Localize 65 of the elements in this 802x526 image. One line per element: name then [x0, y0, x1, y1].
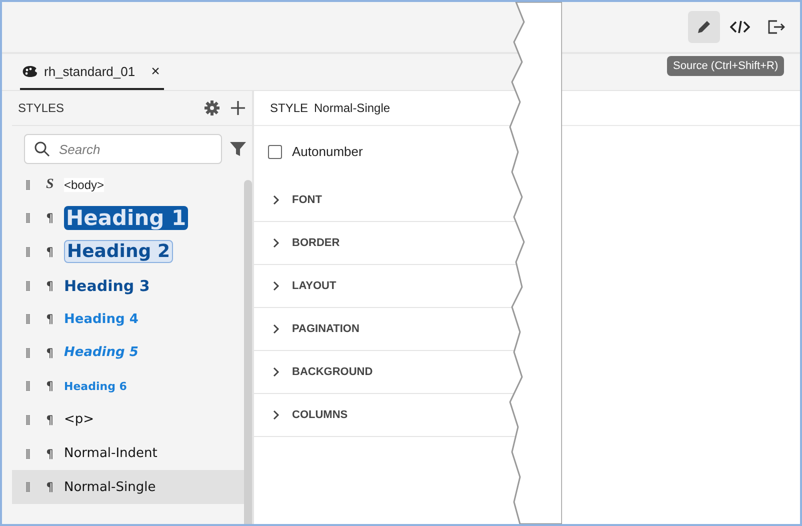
- chevron-icon: [272, 238, 280, 248]
- style-item[interactable]: ¶ Normal-Single: [12, 470, 244, 504]
- checkbox-label: Autonumber: [292, 144, 363, 159]
- style-name: <p>: [64, 412, 94, 428]
- style-name: Heading 4: [64, 312, 138, 327]
- search-field[interactable]: Search: [24, 134, 222, 164]
- paragraph-marker: ¶: [46, 346, 55, 360]
- style-name: Heading 3: [64, 276, 150, 295]
- style-item[interactable]: S <body>: [12, 168, 244, 202]
- paragraph-marker: ¶: [46, 446, 55, 461]
- drag-handle-icon[interactable]: [26, 381, 30, 392]
- style-name: <body>: [64, 178, 104, 192]
- filter-button[interactable]: [230, 141, 246, 157]
- drag-handle-icon[interactable]: [26, 414, 30, 425]
- drag-handle-icon[interactable]: [26, 348, 30, 358]
- chevron-icon: [272, 195, 280, 205]
- tooltip: Source (Ctrl+Shift+R): [667, 56, 784, 76]
- style-item[interactable]: ¶ Heading 1: [12, 202, 244, 236]
- close-button[interactable]: ×: [141, 63, 160, 80]
- style-name: Heading 5: [64, 345, 138, 360]
- autonumber-checkbox[interactable]: [268, 144, 282, 158]
- drag-handle-icon[interactable]: [26, 246, 30, 257]
- paragraph-marker: ¶: [46, 312, 55, 326]
- chevron-icon: [272, 367, 280, 377]
- style-item[interactable]: ¶ Heading 4: [12, 302, 244, 336]
- style-item[interactable]: ¶ Heading 2: [12, 235, 244, 269]
- drag-handle-icon[interactable]: [26, 482, 30, 492]
- palette-icon: [22, 65, 38, 78]
- style-name-value: Normal-Single: [314, 101, 390, 115]
- panel-title: STYLES: [18, 101, 66, 115]
- style-item[interactable]: ¶ Heading 3: [12, 268, 244, 302]
- drag-handle-icon[interactable]: [26, 180, 30, 190]
- drag-handle-icon[interactable]: [26, 213, 30, 224]
- code-icon: [730, 19, 750, 35]
- style-item[interactable]: ¶ Heading 6: [12, 370, 244, 404]
- paragraph-marker: ¶: [46, 278, 55, 293]
- drag-handle-icon[interactable]: [26, 314, 30, 324]
- style-name: Heading 2: [64, 240, 173, 264]
- add-button[interactable]: [230, 100, 246, 116]
- pencil-icon: [696, 19, 712, 35]
- search-icon: [34, 141, 50, 157]
- chevron-icon: [272, 281, 280, 291]
- paragraph-marker: ¶: [46, 244, 55, 259]
- chevron-icon: [272, 324, 280, 334]
- style-sheet-marker: S: [46, 176, 55, 193]
- settings-button[interactable]: [204, 100, 220, 116]
- paragraph-marker: ¶: [46, 412, 55, 427]
- style-item[interactable]: ¶ Normal-Indent: [12, 436, 244, 470]
- style-name: Heading 6: [64, 380, 127, 393]
- edit-button[interactable]: [688, 11, 720, 43]
- style-name: Normal-Single: [64, 480, 156, 495]
- paragraph-marker: ¶: [46, 379, 55, 394]
- drag-handle-icon[interactable]: [26, 448, 30, 459]
- style-name: Normal-Indent: [64, 446, 158, 462]
- style-item[interactable]: ¶ <p>: [12, 403, 244, 437]
- chevron-icon: [272, 410, 280, 420]
- style-label: STYLE: [270, 101, 308, 115]
- exit-icon: [767, 19, 785, 35]
- tab-label: rh_standard_01: [44, 64, 136, 79]
- scrollbar[interactable]: [244, 180, 252, 524]
- style-name: Heading 1: [64, 206, 188, 230]
- drag-handle-icon[interactable]: [26, 280, 30, 291]
- paragraph-marker: ¶: [46, 480, 55, 494]
- style-item[interactable]: ¶ Heading 5: [12, 336, 244, 370]
- paragraph-marker: ¶: [46, 211, 55, 226]
